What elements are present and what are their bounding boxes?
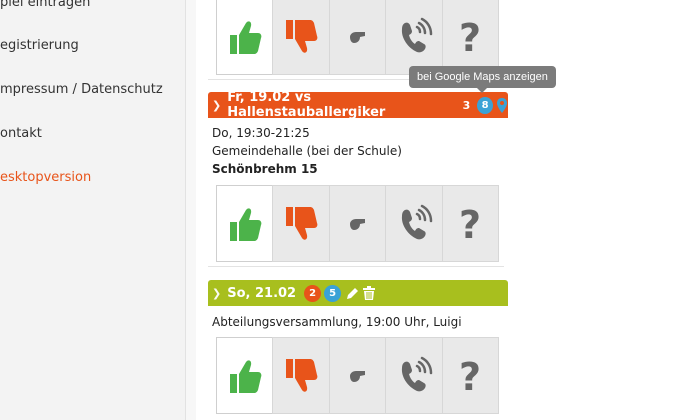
sidebar-item-spiel-eintragen[interactable]: piel eintragen: [0, 0, 90, 10]
event-description: Abteilungsversammlung, 19:00 Uhr, Luigi: [212, 315, 462, 329]
sidebar-item-registrierung[interactable]: egistrierung: [0, 38, 79, 53]
event-venue: Gemeindehalle (bei der Schule): [212, 144, 402, 158]
chevron-right-icon: ❯: [212, 286, 222, 300]
vote-no-button[interactable]: [272, 0, 330, 75]
declined-badge: 2: [304, 284, 322, 302]
map-pin-icon[interactable]: [496, 97, 508, 113]
participants-badge: 8: [477, 96, 493, 114]
svg-text:?: ?: [459, 356, 481, 396]
event-header[interactable]: ❯ Fr, 19.02 vs Hallenstauballergiker 3 8: [208, 90, 508, 120]
phone-icon: [401, 17, 433, 52]
phone-icon: [401, 204, 433, 239]
vote-bar: ?: [216, 0, 500, 75]
svg-text:?: ?: [459, 204, 481, 244]
sidebar-item-impressum[interactable]: mpressum / Datenschutz: [0, 82, 163, 97]
vote-unsure-button[interactable]: ?: [441, 0, 500, 75]
question-icon: ?: [459, 17, 481, 57]
phone-icon: [401, 356, 433, 391]
vote-unsure-button[interactable]: ?: [441, 185, 500, 262]
vote-referee-button[interactable]: [328, 0, 387, 75]
scroll-gutter: [186, 0, 196, 420]
trash-icon[interactable]: [363, 286, 376, 300]
whistle-icon: [349, 31, 365, 43]
thumbs-down-icon: [286, 19, 318, 53]
vote-no-button[interactable]: [272, 185, 330, 262]
thumbs-up-icon: [229, 20, 262, 54]
vote-yes-button[interactable]: [216, 185, 274, 262]
vote-yes-button[interactable]: [216, 0, 274, 75]
vote-bar: ?: [216, 185, 500, 262]
whistle-icon: [349, 218, 365, 230]
whistle-icon: [349, 370, 365, 382]
vote-call-button[interactable]: [385, 337, 443, 414]
vote-no-button[interactable]: [272, 337, 330, 414]
question-icon: ?: [459, 356, 481, 396]
thumbs-down-icon: [286, 206, 318, 240]
question-icon: ?: [459, 204, 481, 244]
participants-badge: 5: [324, 284, 342, 302]
thumbs-up-icon: [229, 359, 262, 393]
sidebar-item-desktopversion[interactable]: esktopversion: [0, 170, 91, 185]
chevron-right-icon: ❯: [212, 98, 222, 112]
thumbs-up-icon: [229, 207, 262, 241]
separator: [208, 266, 504, 267]
vote-call-button[interactable]: [385, 185, 443, 262]
sidebar-item-kontakt[interactable]: ontakt: [0, 126, 42, 141]
vote-bar: ?: [216, 337, 500, 414]
event-address: Schönbrehm 15: [212, 162, 318, 176]
vote-yes-button[interactable]: [216, 337, 274, 414]
svg-text:?: ?: [459, 17, 481, 57]
vote-referee-button[interactable]: [328, 337, 387, 414]
event-title: So, 21.02: [227, 285, 297, 301]
vote-referee-button[interactable]: [328, 185, 387, 262]
pencil-icon[interactable]: [346, 287, 359, 300]
vote-unsure-button[interactable]: ?: [441, 337, 500, 414]
thumbs-down-icon: [286, 358, 318, 392]
main-content: ? ❯ Fr, 19.02 vs Hallenstauballergiker 3…: [196, 0, 700, 420]
event-title: Fr, 19.02 vs Hallenstauballergiker: [227, 90, 386, 120]
event-count: 3: [462, 98, 471, 112]
vote-call-button[interactable]: [385, 0, 443, 75]
event-header[interactable]: ❯ So, 21.02 2 5: [208, 280, 508, 306]
map-tooltip: bei Google Maps anzeigen: [409, 66, 556, 93]
event-time: Do, 19:30-21:25: [212, 126, 310, 140]
sidebar: piel eintragen egistrierung mpressum / D…: [0, 0, 186, 420]
